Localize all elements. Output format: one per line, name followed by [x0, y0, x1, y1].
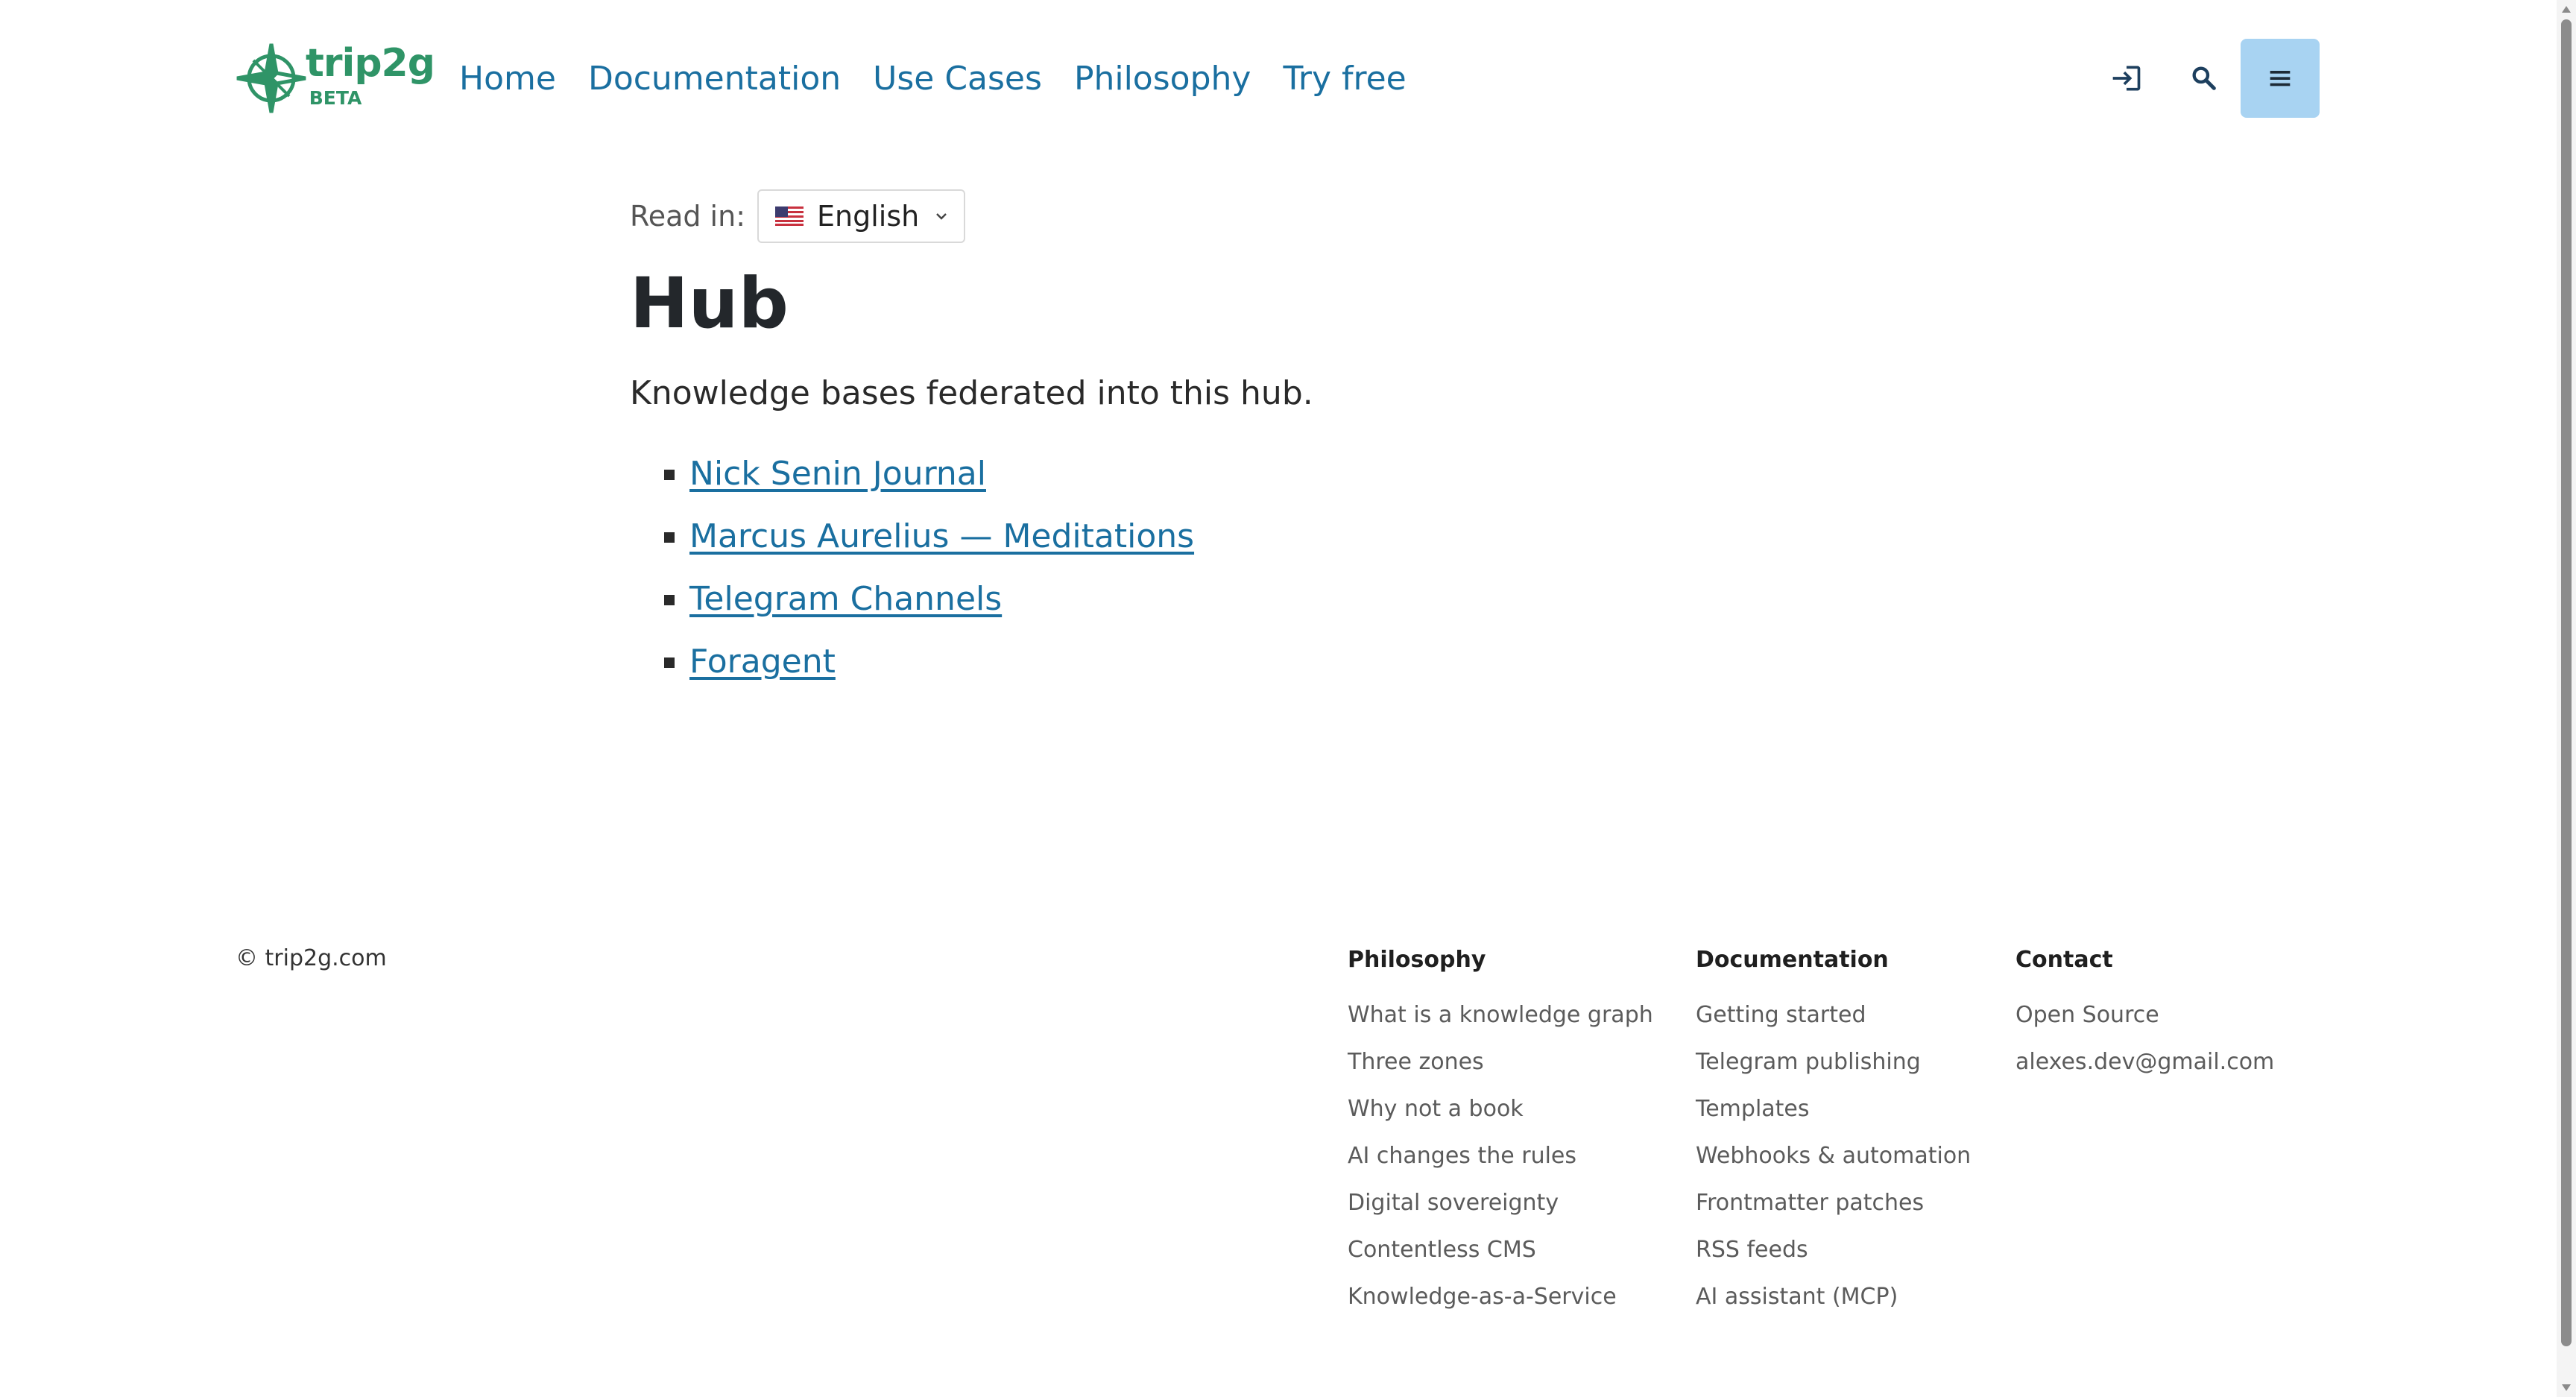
- page-lead: Knowledge bases federated into this hub.: [630, 374, 1313, 412]
- kb-link-foragent[interactable]: Foragent: [689, 643, 836, 681]
- footer-link-webhooks[interactable]: Webhooks & automation: [1696, 1132, 1971, 1179]
- kb-link-nick-senin-journal[interactable]: Nick Senin Journal: [689, 455, 986, 493]
- footer-copyright: © trip2g.com: [236, 945, 387, 971]
- footer-link-knowledge-graph[interactable]: What is a knowledge graph: [1348, 991, 1653, 1038]
- footer-link-ai-assistant[interactable]: AI assistant (MCP): [1696, 1273, 1971, 1320]
- scroll-up-arrow-icon[interactable]: [2562, 6, 2571, 13]
- footer-heading-documentation: Documentation: [1696, 947, 1889, 973]
- footer-link-getting-started[interactable]: Getting started: [1696, 991, 1971, 1038]
- footer-link-why-not-a-book[interactable]: Why not a book: [1348, 1085, 1653, 1132]
- nav-home[interactable]: Home: [459, 60, 556, 98]
- page-title: Hub: [630, 263, 789, 344]
- main-nav: Home Documentation Use Cases Philosophy …: [459, 39, 1439, 118]
- bullet-marker: [664, 470, 675, 480]
- footer-link-rss-feeds[interactable]: RSS feeds: [1696, 1226, 1971, 1273]
- nav-use-cases[interactable]: Use Cases: [873, 60, 1042, 98]
- login-button[interactable]: [2087, 39, 2166, 118]
- search-icon: [2192, 66, 2216, 90]
- hamburger-menu-icon: [2270, 71, 2291, 86]
- logo-text: trip2g: [306, 41, 435, 86]
- chevron-down-icon: [936, 213, 947, 220]
- footer-link-contentless-cms[interactable]: Contentless CMS: [1348, 1226, 1653, 1273]
- scroll-down-arrow-icon[interactable]: [2562, 1384, 2571, 1391]
- vertical-scrollbar[interactable]: [2557, 0, 2576, 1397]
- compass-logo-icon: [236, 43, 306, 113]
- knowledge-base-list: Nick Senin Journal Marcus Aurelius — Med…: [630, 452, 1673, 702]
- footer-heading-contact: Contact: [2015, 947, 2113, 973]
- footer-link-knowledge-as-a-service[interactable]: Knowledge-as-a-Service: [1348, 1273, 1653, 1320]
- footer-link-three-zones[interactable]: Three zones: [1348, 1038, 1653, 1085]
- kb-link-marcus-aurelius-meditations[interactable]: Marcus Aurelius — Meditations: [689, 517, 1194, 555]
- nav-try-free[interactable]: Try free: [1283, 60, 1406, 98]
- footer-link-email[interactable]: alexes.dev@gmail.com: [2015, 1038, 2274, 1085]
- footer-link-ai-changes-rules[interactable]: AI changes the rules: [1348, 1132, 1653, 1179]
- footer-heading-philosophy: Philosophy: [1348, 947, 1486, 973]
- language-label: Read in:: [630, 200, 746, 233]
- main-content: Read in: English Hub Knowledge bases fed: [630, 189, 1673, 702]
- bullet-marker: [664, 595, 675, 605]
- list-item: Telegram Channels: [630, 577, 1673, 640]
- list-item: Nick Senin Journal: [630, 452, 1673, 514]
- search-button[interactable]: [2165, 39, 2244, 118]
- bullet-marker: [664, 657, 675, 668]
- list-item: Foragent: [630, 640, 1673, 702]
- nav-documentation[interactable]: Documentation: [588, 60, 841, 98]
- site-header: trip2g BETA Home Documentation Use Cases…: [236, 39, 2320, 118]
- footer-link-open-source[interactable]: Open Source: [2015, 991, 2274, 1038]
- footer-link-templates[interactable]: Templates: [1696, 1085, 1971, 1132]
- list-item: Marcus Aurelius — Meditations: [630, 514, 1673, 577]
- nav-philosophy[interactable]: Philosophy: [1074, 60, 1251, 98]
- footer-link-digital-sovereignty[interactable]: Digital sovereignty: [1348, 1179, 1653, 1226]
- footer-column-philosophy: Philosophy What is a knowledge graph Thr…: [1348, 945, 1653, 1320]
- logo-link[interactable]: trip2g BETA: [236, 41, 435, 116]
- footer-link-telegram-publishing[interactable]: Telegram publishing: [1696, 1038, 1971, 1085]
- login-icon: [2112, 66, 2141, 91]
- footer-link-frontmatter-patches[interactable]: Frontmatter patches: [1696, 1179, 1971, 1226]
- language-row: Read in: English: [630, 189, 1673, 243]
- footer-column-contact: Contact Open Source alexes.dev@gmail.com: [2015, 945, 2274, 1085]
- bullet-marker: [664, 532, 675, 543]
- scrollbar-thumb[interactable]: [2561, 19, 2572, 1346]
- footer-column-documentation: Documentation Getting started Telegram p…: [1696, 945, 1971, 1320]
- language-selected: English: [817, 200, 920, 233]
- us-flag-icon: [775, 206, 804, 226]
- menu-button[interactable]: [2241, 39, 2320, 118]
- page: trip2g BETA Home Documentation Use Cases…: [0, 0, 2576, 1397]
- beta-badge: BETA: [309, 87, 362, 109]
- language-select[interactable]: English: [757, 189, 966, 243]
- kb-link-telegram-channels[interactable]: Telegram Channels: [689, 580, 1002, 618]
